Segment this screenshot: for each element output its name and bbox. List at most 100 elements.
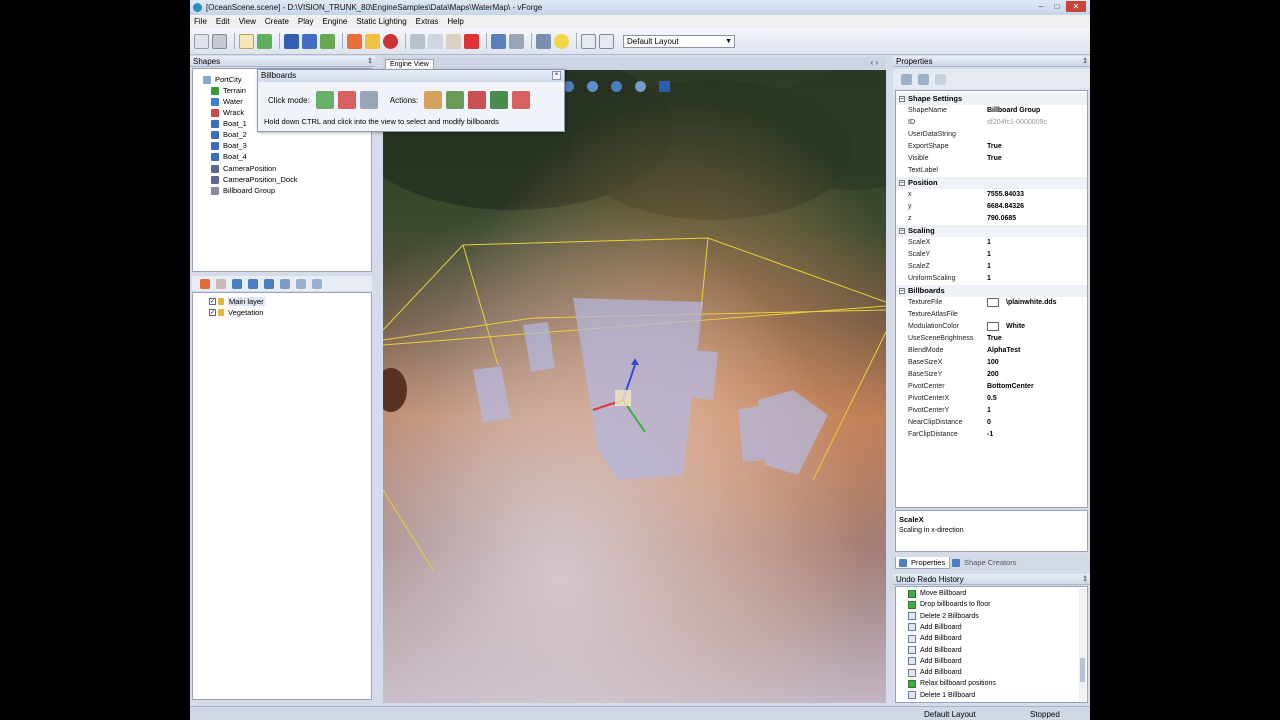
undo-item[interactable]: Relax billboard positions xyxy=(908,678,996,689)
undo-item[interactable]: Add Billboard xyxy=(908,622,962,633)
tree-item-cameraposition-dock[interactable]: CameraPosition_Dock xyxy=(211,174,298,185)
menu-static-lighting[interactable]: Static Lighting xyxy=(356,17,406,26)
save-all-icon[interactable] xyxy=(302,33,317,49)
add-billboard-mode-button[interactable] xyxy=(315,91,334,109)
maximize-icon[interactable]: □ xyxy=(1050,1,1064,12)
menu-edit[interactable]: Edit xyxy=(216,17,230,26)
property-category[interactable]: – Shape Settings xyxy=(896,93,1087,105)
property-value[interactable]: True xyxy=(987,141,1002,153)
menu-engine[interactable]: Engine xyxy=(322,17,347,26)
property-row[interactable]: BaseSizeX 100 xyxy=(908,357,1087,369)
pin-icon[interactable]: ‡ xyxy=(1083,574,1087,585)
select-billboard-mode-button[interactable] xyxy=(359,91,378,109)
play-icon[interactable] xyxy=(659,80,670,92)
property-row[interactable]: ID df204fc1-0000009c xyxy=(908,117,1087,129)
zoom-icon[interactable] xyxy=(599,33,614,49)
property-value[interactable]: 0.5 xyxy=(987,393,997,405)
folder-icon[interactable] xyxy=(365,33,380,49)
undo-icon[interactable] xyxy=(491,33,506,49)
paste-icon[interactable] xyxy=(446,33,461,49)
camera-speed-icon[interactable] xyxy=(611,80,622,92)
layer-settings-icon[interactable] xyxy=(312,278,322,289)
resources-icon[interactable] xyxy=(383,33,398,49)
layout-dropdown[interactable]: Default Layout ▼ xyxy=(623,34,735,48)
property-row[interactable]: UseSceneBrightness True xyxy=(908,333,1087,345)
collapse-icon[interactable]: – xyxy=(899,288,905,294)
property-row[interactable]: y 6684.84326 xyxy=(908,201,1087,213)
redo-icon[interactable] xyxy=(509,33,524,49)
property-value[interactable]: True xyxy=(987,333,1002,345)
property-value[interactable]: 1 xyxy=(987,237,991,249)
property-value[interactable]: 1 xyxy=(987,249,991,261)
delete-icon[interactable] xyxy=(464,33,479,49)
property-value[interactable]: White xyxy=(987,321,1025,333)
property-row[interactable]: TextureAtlasFile xyxy=(908,309,1087,321)
copy-icon[interactable] xyxy=(428,33,443,49)
layer-sort-icon[interactable] xyxy=(280,278,290,289)
undo-item[interactable]: Add Billboard xyxy=(908,645,962,656)
settings-icon[interactable] xyxy=(212,33,227,49)
property-category[interactable]: – Billboards xyxy=(896,285,1087,297)
tree-item-cameraposition[interactable]: CameraPosition xyxy=(211,163,276,174)
tab-shape-creators[interactable]: Shape Creators xyxy=(949,557,1021,569)
categorized-icon[interactable] xyxy=(901,73,912,85)
alphabetical-icon[interactable] xyxy=(918,73,929,85)
property-value[interactable]: -1 xyxy=(987,429,993,441)
property-row[interactable]: UniformScaling 1 xyxy=(908,273,1087,285)
close-icon[interactable]: × xyxy=(552,71,561,80)
undo-item[interactable]: Delete 1 Billboard xyxy=(908,690,975,701)
lock-icon[interactable] xyxy=(218,298,224,305)
property-value[interactable]: AlphaTest xyxy=(987,345,1020,357)
tree-item-portcity[interactable]: PortCity xyxy=(203,74,242,85)
collapse-icon[interactable]: – xyxy=(899,228,905,234)
undo-item[interactable]: Move Billboard xyxy=(908,588,966,599)
property-row[interactable]: ShapeName Billboard Group xyxy=(908,105,1087,117)
property-value[interactable]: True xyxy=(987,153,1002,165)
remove-billboard-mode-button[interactable] xyxy=(337,91,356,109)
property-row[interactable]: NearClipDistance 0 xyxy=(908,417,1087,429)
layer-search-icon[interactable] xyxy=(296,278,306,289)
property-row[interactable]: x 7555.84033 xyxy=(908,189,1087,201)
layer-down-icon[interactable] xyxy=(248,278,258,289)
property-row[interactable]: PivotCenterX 0.5 xyxy=(908,393,1087,405)
relax-positions-button[interactable] xyxy=(424,91,443,109)
collapse-icon[interactable]: – xyxy=(899,96,905,102)
menu-extras[interactable]: Extras xyxy=(416,17,439,26)
property-value[interactable]: 1 xyxy=(987,261,991,273)
layer-visible-checkbox[interactable]: ✓ xyxy=(209,309,216,316)
checklist-icon[interactable] xyxy=(194,33,209,49)
lock-icon[interactable] xyxy=(218,309,224,316)
minimize-icon[interactable]: – xyxy=(1034,1,1048,12)
menu-file[interactable]: File xyxy=(194,17,207,26)
pin-icon[interactable]: ‡ xyxy=(1083,56,1087,67)
export-icon[interactable] xyxy=(320,33,335,49)
zoom-view-icon[interactable] xyxy=(635,80,646,92)
shading-icon[interactable] xyxy=(587,80,598,92)
property-row[interactable]: UserDataString xyxy=(908,129,1087,141)
tree-item-boat-1[interactable]: Boat_1 xyxy=(211,118,247,129)
property-value[interactable]: 6684.84326 xyxy=(987,201,1024,213)
tree-item-boat-2[interactable]: Boat_2 xyxy=(211,129,247,140)
menu-play[interactable]: Play xyxy=(298,17,314,26)
property-value[interactable]: 1 xyxy=(987,405,991,417)
property-row[interactable]: PivotCenterY 1 xyxy=(908,405,1087,417)
property-row[interactable]: ModulationColor White xyxy=(908,321,1087,333)
tree-item-billboard-group[interactable]: Billboard Group xyxy=(211,185,275,196)
property-category[interactable]: – Position xyxy=(896,177,1087,189)
add-layer-icon[interactable] xyxy=(200,278,210,289)
property-value[interactable]: Billboard Group xyxy=(987,105,1040,117)
property-row[interactable]: BlendMode AlphaTest xyxy=(908,345,1087,357)
property-value[interactable]: 790.0685 xyxy=(987,213,1016,225)
undo-item[interactable]: Drop billboards to floor xyxy=(908,599,990,610)
shapes-icon[interactable] xyxy=(347,33,362,49)
tree-item-boat-4[interactable]: Boat_4 xyxy=(211,151,247,162)
property-row[interactable]: ExportShape True xyxy=(908,141,1087,153)
save-icon[interactable] xyxy=(284,33,299,49)
property-value[interactable]: \plainwhite.dds xyxy=(987,297,1057,309)
undo-item[interactable]: Add Billboard xyxy=(908,656,962,667)
new-scene-icon[interactable] xyxy=(239,33,254,49)
layer-item-main[interactable]: ✓ Main layer xyxy=(209,296,265,307)
property-row[interactable]: z 790.0685 xyxy=(908,213,1087,225)
tab-properties[interactable]: Properties xyxy=(895,557,951,569)
tree-item-terrain[interactable]: Terrain xyxy=(211,85,246,96)
